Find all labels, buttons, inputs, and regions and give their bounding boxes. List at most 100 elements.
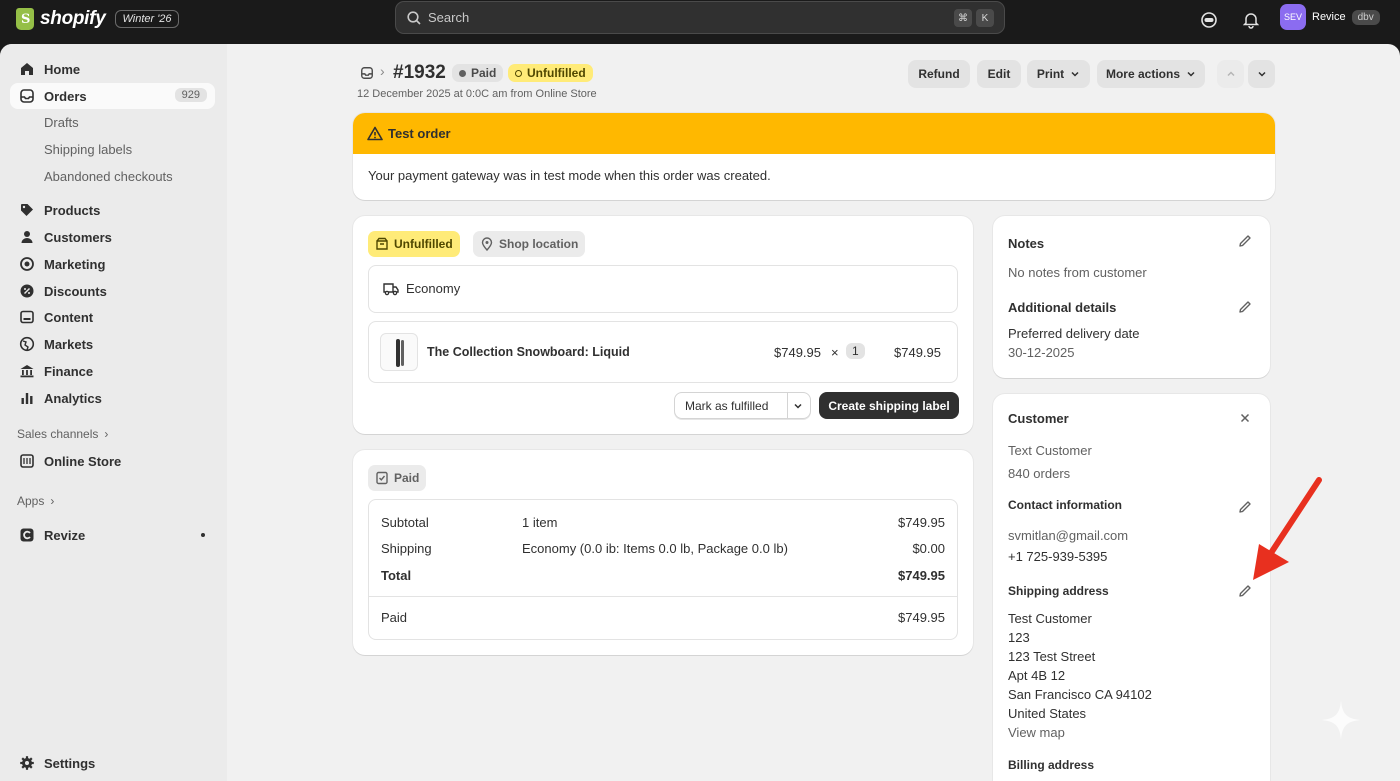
shipping-description: Economy (0.0 ib: Items 0.0 lb, Package 0…	[522, 541, 788, 556]
shipping-address-title: Shipping address	[1008, 584, 1109, 598]
notes-title: Notes	[1008, 236, 1044, 251]
sidebar-item-shipping-labels[interactable]: Shipping labels	[44, 142, 132, 157]
orders-inbox-icon	[19, 88, 35, 104]
fulfillment-card: Unfulfilled Shop location Economy The Co…	[353, 216, 973, 434]
sidebar-item-customers[interactable]: Customers	[10, 224, 215, 250]
mark-as-fulfilled-button[interactable]: Mark as fulfilled	[685, 399, 768, 413]
sidebar-item-discounts[interactable]: Discounts	[10, 278, 215, 304]
sales-channels-header[interactable]: Sales channels ›	[17, 427, 108, 441]
sidebar-item-products[interactable]: Products	[10, 197, 215, 223]
product-thumbnail[interactable]	[380, 333, 418, 371]
sidebar-item-marketing[interactable]: Marketing	[10, 251, 215, 277]
target-icon	[19, 256, 35, 272]
sidebar-item-drafts[interactable]: Drafts	[44, 115, 79, 130]
address-country: United States	[1008, 706, 1086, 721]
next-order-button[interactable]	[1248, 60, 1275, 88]
globe-icon	[19, 336, 35, 352]
pin-dot-icon	[201, 533, 205, 537]
sidebar-item-label: Analytics	[44, 391, 102, 406]
content-icon	[19, 309, 35, 325]
sidebar-item-label: Content	[44, 310, 93, 325]
line-total: $749.95	[894, 345, 941, 360]
sidebar-item-settings[interactable]: Settings	[10, 750, 215, 776]
notifications-bell-icon[interactable]	[1241, 10, 1261, 30]
badge-label: Unfulfilled	[527, 66, 586, 80]
banner-title: Test order	[388, 126, 451, 141]
button-label: Edit	[988, 67, 1011, 81]
sidebar-item-label: Customers	[44, 230, 112, 245]
customer-email[interactable]: svmitlan@gmail.com	[1008, 528, 1128, 543]
location-pin-icon	[480, 237, 494, 251]
paid-label: Paid	[381, 610, 407, 625]
dot-icon	[459, 70, 466, 77]
shipping-method-box: Economy	[368, 265, 958, 313]
apps-header[interactable]: Apps ›	[17, 494, 54, 508]
top-bar: shopify Winter '26 Search ⌘ K SEV Revice…	[0, 0, 1400, 44]
annotation-arrow-icon	[1247, 474, 1327, 584]
quantity-badge: 1	[846, 343, 865, 359]
sidebar-item-home[interactable]: Home	[10, 56, 215, 82]
sidebar-item-finance[interactable]: Finance	[10, 358, 215, 384]
sidebar-item-online-store[interactable]: Online Store	[10, 448, 215, 474]
discount-icon	[19, 283, 35, 299]
additional-details-title: Additional details	[1008, 300, 1116, 315]
customer-name-link[interactable]: Text Customer	[1008, 443, 1092, 458]
search-bar[interactable]: Search ⌘ K	[395, 1, 1005, 34]
notes-empty-text: No notes from customer	[1008, 265, 1147, 280]
more-actions-button[interactable]: More actions	[1097, 60, 1205, 88]
total-value: $749.95	[898, 568, 945, 583]
sidebar-item-revize[interactable]: Revize	[10, 522, 215, 548]
shopify-logo[interactable]: shopify Winter '26	[16, 8, 179, 30]
orders-inbox-icon[interactable]	[360, 66, 374, 80]
person-icon	[19, 229, 35, 245]
sidebar-item-orders[interactable]: Orders 929	[10, 83, 215, 109]
line-item-row[interactable]: The Collection Snowboard: Liquid $749.95…	[368, 321, 958, 383]
create-shipping-label-button[interactable]: Create shipping label	[819, 392, 959, 419]
gear-icon	[19, 755, 35, 771]
button-label: Print	[1037, 67, 1064, 81]
badge-label: Shop location	[499, 237, 578, 251]
kbd-cmd: ⌘	[954, 9, 972, 27]
sidebar-item-label: Settings	[44, 756, 95, 771]
chevron-right-icon: ›	[50, 494, 54, 508]
edition-badge[interactable]: Winter '26	[115, 10, 178, 28]
chevron-down-icon[interactable]	[793, 401, 803, 411]
truck-icon	[383, 282, 399, 296]
payment-summary-table: Subtotal 1 item $749.95 Shipping Economy…	[368, 499, 958, 640]
subtotal-value: $749.95	[898, 515, 945, 530]
button-label: More actions	[1106, 67, 1180, 81]
product-name-link[interactable]: The Collection Snowboard: Liquid	[427, 345, 630, 359]
print-button[interactable]: Print	[1027, 60, 1090, 88]
sidebar-item-markets[interactable]: Markets	[10, 331, 215, 357]
times-sign: ×	[831, 345, 839, 360]
chevron-down-icon	[1070, 69, 1080, 79]
close-icon[interactable]	[1239, 412, 1251, 424]
account-menu[interactable]: SEV Revice dbv	[1280, 4, 1380, 30]
logo-text: shopify	[40, 8, 105, 30]
revize-app-icon	[19, 527, 35, 543]
address-line-2: 123 Test Street	[1008, 649, 1095, 664]
sidebar-item-analytics[interactable]: Analytics	[10, 385, 215, 411]
apps-label: Apps	[17, 494, 44, 508]
edit-button[interactable]: Edit	[977, 60, 1021, 88]
sidebar-item-content[interactable]: Content	[10, 304, 215, 330]
chevron-down-icon	[1186, 69, 1196, 79]
edit-pencil-icon[interactable]	[1237, 583, 1253, 599]
customer-orders-link[interactable]: 840 orders	[1008, 466, 1070, 481]
storefront-icon	[19, 453, 35, 469]
divider	[369, 596, 957, 597]
view-map-link[interactable]: View map	[1008, 725, 1065, 740]
refund-button[interactable]: Refund	[908, 60, 970, 88]
total-label: Total	[381, 568, 411, 583]
sidebar-item-abandoned-checkouts[interactable]: Abandoned checkouts	[44, 169, 173, 184]
unit-price: $749.95	[774, 345, 821, 360]
banner-header	[353, 113, 1275, 154]
edit-pencil-icon[interactable]	[1237, 233, 1253, 249]
receipt-check-icon	[375, 471, 389, 485]
admin-frame: Home Orders 929 Drafts Shipping labels A…	[0, 44, 1400, 781]
edit-pencil-icon[interactable]	[1237, 299, 1253, 315]
sidekick-icon[interactable]	[1199, 10, 1219, 30]
search-placeholder: Search	[428, 10, 469, 25]
previous-order-button[interactable]	[1217, 60, 1244, 88]
shipping-method-label: Economy	[406, 281, 460, 296]
